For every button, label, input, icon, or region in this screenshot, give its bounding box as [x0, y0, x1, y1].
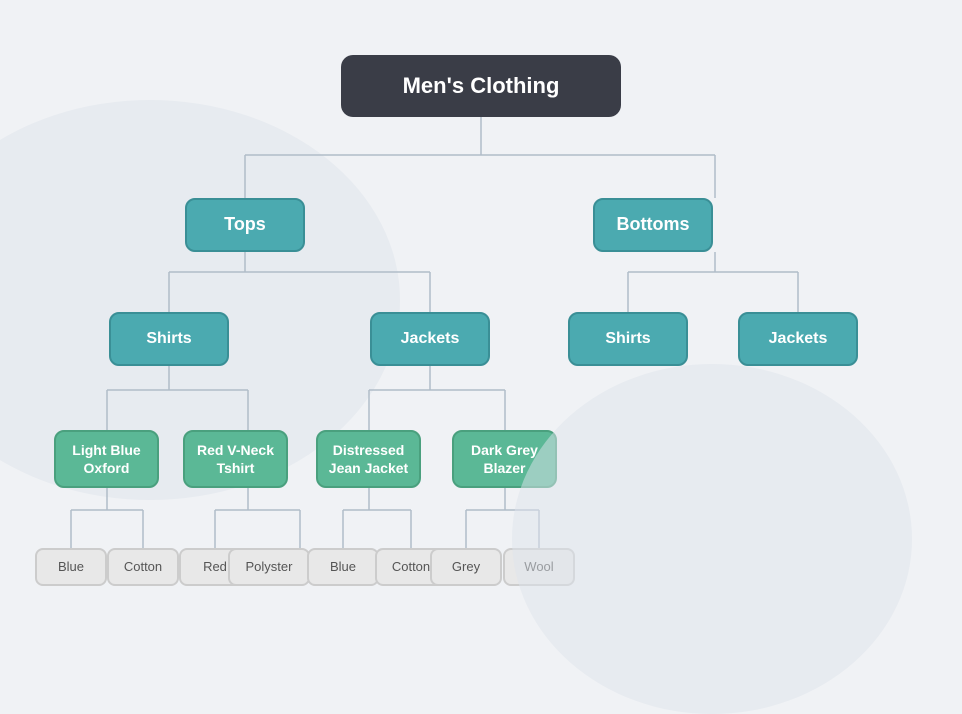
red1-attr-label: Red [203, 559, 227, 576]
cotton1-attr-node[interactable]: Cotton [107, 548, 179, 586]
polyster-attr-label: Polyster [246, 559, 293, 576]
jackets-tops-node[interactable]: Jackets [370, 312, 490, 366]
wool-attr-label: Wool [524, 559, 553, 576]
jackets-bottoms-node[interactable]: Jackets [738, 312, 858, 366]
cotton2-attr-label: Cotton [392, 559, 430, 576]
distressed-jacket-label: Distressed Jean Jacket [318, 441, 419, 477]
blue2-attr-node[interactable]: Blue [307, 548, 379, 586]
root-node: Men's Clothing [341, 55, 621, 117]
shirts-tops-label: Shirts [146, 329, 191, 350]
tops-node[interactable]: Tops [185, 198, 305, 252]
shirts-tops-node[interactable]: Shirts [109, 312, 229, 366]
bottoms-label: Bottoms [617, 213, 690, 236]
cotton1-attr-label: Cotton [124, 559, 162, 576]
polyster-attr-node[interactable]: Polyster [228, 548, 310, 586]
jackets-bottoms-label: Jackets [769, 329, 828, 350]
shirts-bottoms-label: Shirts [605, 329, 650, 350]
red-vneck-node[interactable]: Red V-Neck Tshirt [183, 430, 288, 488]
light-blue-oxford-label: Light Blue Oxford [56, 441, 157, 477]
blue1-attr-node[interactable]: Blue [35, 548, 107, 586]
grey-attr-node[interactable]: Grey [430, 548, 502, 586]
dark-grey-blazer-node[interactable]: Dark Grey Blazer [452, 430, 557, 488]
shirts-bottoms-node[interactable]: Shirts [568, 312, 688, 366]
red-vneck-label: Red V-Neck Tshirt [185, 441, 286, 477]
grey-attr-label: Grey [452, 559, 480, 576]
bottoms-node[interactable]: Bottoms [593, 198, 713, 252]
distressed-jacket-node[interactable]: Distressed Jean Jacket [316, 430, 421, 488]
wool-attr-node[interactable]: Wool [503, 548, 575, 586]
light-blue-oxford-node[interactable]: Light Blue Oxford [54, 430, 159, 488]
dark-grey-blazer-label: Dark Grey Blazer [454, 441, 555, 477]
blue2-attr-label: Blue [330, 559, 356, 576]
jackets-tops-label: Jackets [401, 329, 460, 350]
root-label: Men's Clothing [403, 72, 560, 101]
tops-label: Tops [224, 213, 266, 236]
blue1-attr-label: Blue [58, 559, 84, 576]
